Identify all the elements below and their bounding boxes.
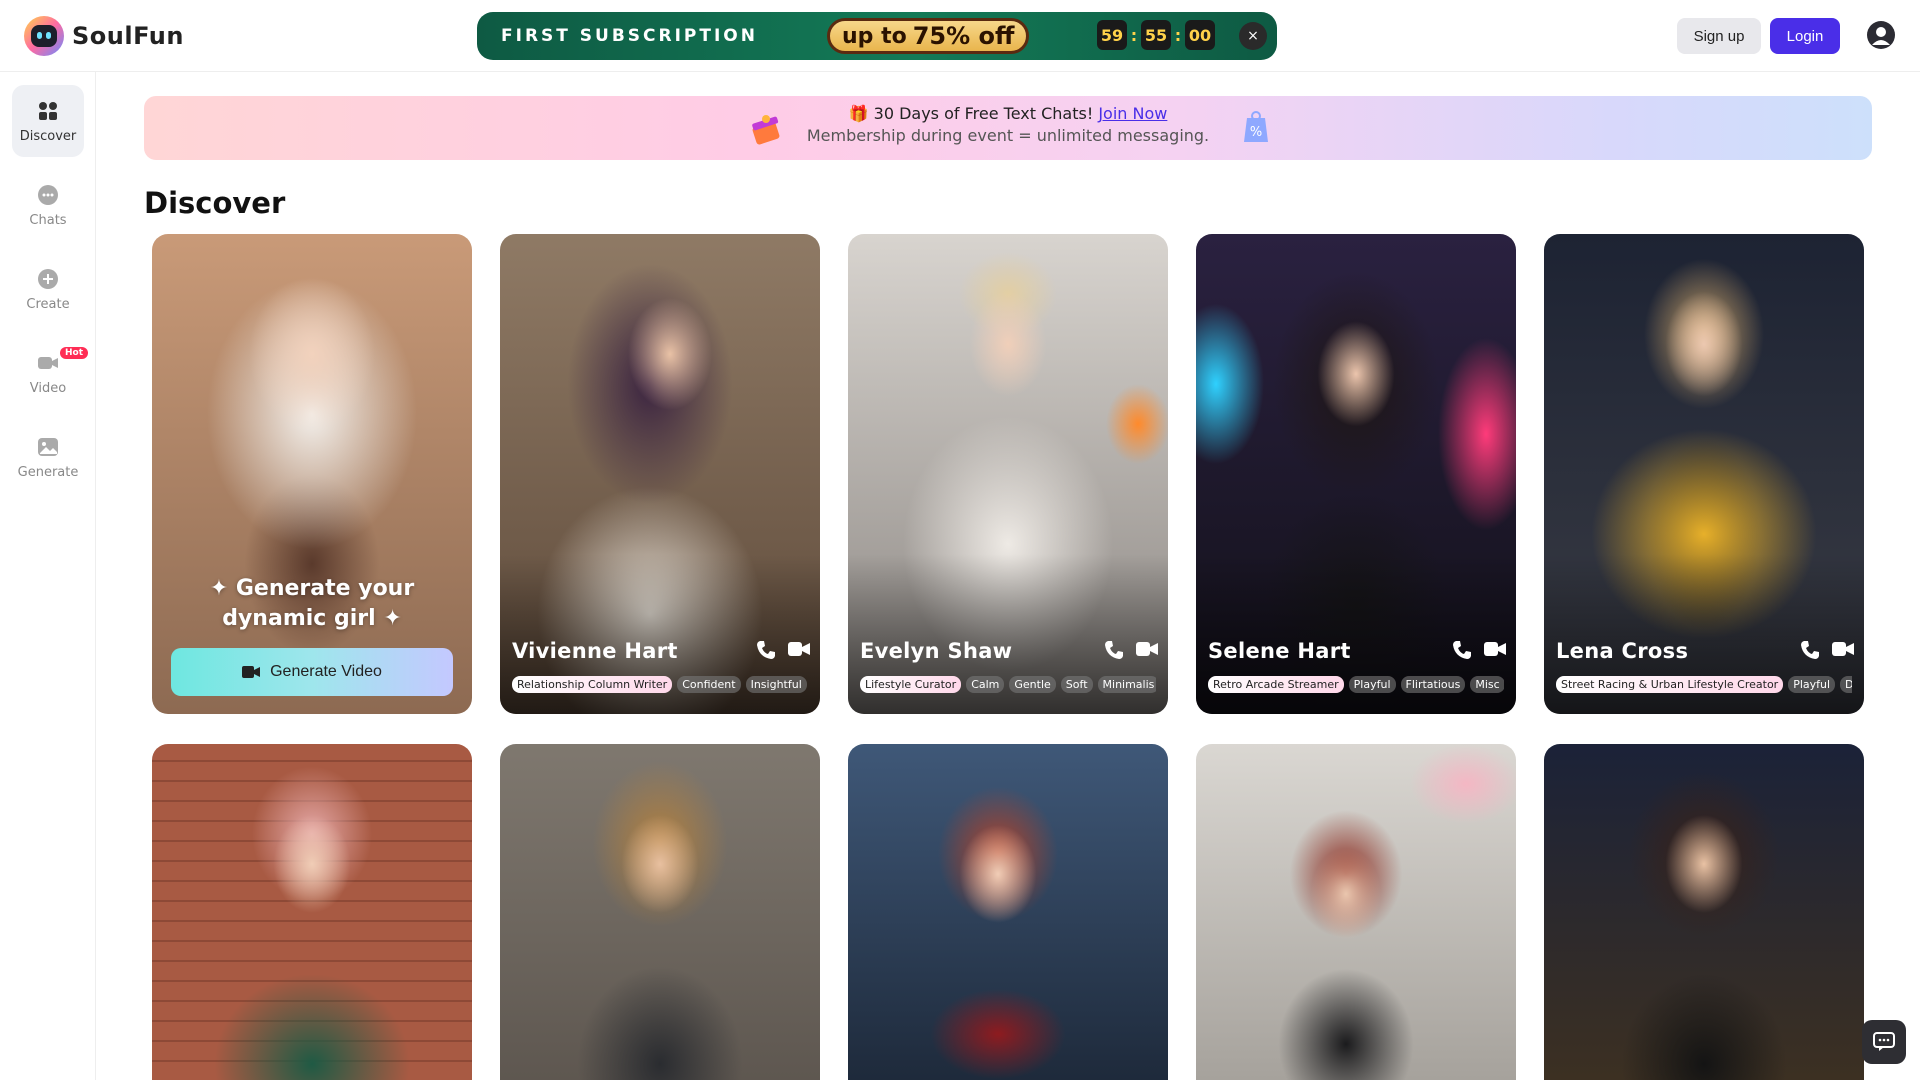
sidebar-item-label: Generate: [17, 464, 79, 480]
promo-title: FIRST SUBSCRIPTION: [501, 26, 758, 46]
character-tags: Lifestyle Curator Calm Gentle Soft Minim…: [860, 676, 1156, 693]
message-icon: [1873, 1032, 1895, 1051]
video-call-icon[interactable]: [788, 640, 810, 658]
character-tags: Relationship Column Writer Confident Ins…: [512, 676, 808, 693]
subscription-promo-banner[interactable]: FIRST SUBSCRIPTION up to 75% off 59 : 55…: [477, 12, 1277, 60]
generate-video-button[interactable]: Generate Video: [171, 648, 453, 696]
tag: Insightful: [745, 676, 807, 693]
sidebar: Discover Chats Create Hot Video Generate: [0, 72, 96, 1080]
countdown-hours: 59: [1097, 20, 1127, 50]
tag: Soft: [1060, 676, 1093, 693]
countdown-minutes: 55: [1141, 20, 1171, 50]
countdown-separator: :: [1174, 25, 1182, 45]
video-call-icon[interactable]: [1136, 640, 1158, 658]
discount-tag-icon: %: [1242, 110, 1270, 146]
tag: Relationship Column Writer: [512, 676, 673, 693]
logo-icon: [24, 16, 64, 56]
chat-bubble-icon: [36, 183, 60, 207]
tag: Playful: [1788, 676, 1836, 693]
app-logo[interactable]: SoulFun: [24, 16, 184, 56]
video-call-icon[interactable]: [1832, 640, 1854, 658]
card-image: [152, 744, 472, 1080]
character-card[interactable]: Lena Cross Street Racing & Urban Lifesty…: [1544, 234, 1864, 714]
generate-card-line2: dynamic girl ✦: [222, 606, 402, 631]
banner-subtext: Membership during event = unlimited mess…: [806, 126, 1210, 145]
tag: Playful: [1348, 676, 1396, 693]
svg-text:%: %: [1250, 125, 1262, 140]
signup-button[interactable]: Sign up: [1677, 18, 1761, 54]
tag: Street Racing & Urban Lifestyle Creator: [1556, 676, 1784, 693]
tag: D: [1840, 676, 1852, 693]
card-image: [152, 234, 472, 714]
character-card[interactable]: Evelyn Shaw Lifestyle Curator Calm Gentl…: [848, 234, 1168, 714]
sidebar-item-discover[interactable]: Discover: [12, 85, 84, 157]
character-card[interactable]: Vivienne Hart Relationship Column Writer…: [500, 234, 820, 714]
promo-countdown: 59 : 55 : 00: [1097, 20, 1215, 50]
card-image: [1544, 744, 1864, 1080]
tag: Retro Arcade Streamer: [1208, 676, 1344, 693]
countdown-separator: :: [1130, 25, 1138, 45]
tag: Calm: [966, 676, 1005, 693]
page-title: Discover: [144, 186, 286, 220]
sidebar-item-generate[interactable]: Generate: [12, 421, 84, 493]
user-avatar-icon[interactable]: [1866, 20, 1896, 50]
generate-card-headline: ✦ Generate your dynamic girl ✦: [152, 574, 472, 634]
image-icon: [36, 435, 60, 459]
sidebar-item-video[interactable]: Hot Video: [12, 337, 89, 409]
phone-icon[interactable]: [756, 640, 776, 660]
card-image: [1196, 744, 1516, 1080]
character-tags: Retro Arcade Streamer Playful Flirtatiou…: [1208, 676, 1504, 693]
app-name: SoulFun: [72, 22, 184, 50]
sidebar-item-label: Video: [29, 380, 67, 396]
close-icon[interactable]: ×: [1239, 22, 1267, 50]
grid-icon: [36, 99, 60, 123]
character-card[interactable]: [152, 744, 472, 1080]
video-camera-icon: [242, 666, 261, 678]
character-name: Lena Cross: [1556, 639, 1689, 663]
phone-icon[interactable]: [1104, 640, 1124, 660]
promo-offer-prefix: up to: [842, 23, 907, 49]
phone-icon[interactable]: [1800, 640, 1820, 660]
character-name: Vivienne Hart: [512, 639, 678, 663]
promo-offer-value: 75% off: [912, 22, 1015, 50]
character-card[interactable]: Selene Hart Retro Arcade Streamer Playfu…: [1196, 234, 1516, 714]
generate-card-line1: ✦ Generate your: [209, 576, 415, 601]
tag: Lifestyle Curator: [860, 676, 962, 693]
phone-icon[interactable]: [1452, 640, 1472, 660]
card-image: [848, 744, 1168, 1080]
sidebar-item-label: Create: [26, 296, 70, 312]
character-card[interactable]: [1544, 744, 1864, 1080]
sidebar-item-chats[interactable]: Chats: [12, 169, 84, 241]
join-now-link[interactable]: Join Now: [1098, 104, 1167, 123]
card-image: [500, 744, 820, 1080]
hot-badge: Hot: [60, 347, 89, 359]
generate-video-card[interactable]: ✦ Generate your dynamic girl ✦ Generate …: [152, 234, 472, 714]
video-call-icon[interactable]: [1484, 640, 1506, 658]
support-chat-button[interactable]: [1862, 1020, 1906, 1064]
plus-circle-icon: [36, 267, 60, 291]
banner-headline-text: 🎁 30 Days of Free Text Chats!: [848, 104, 1094, 123]
character-card[interactable]: [1196, 744, 1516, 1080]
tag: Confident: [677, 676, 741, 693]
promo-offer-badge: up to 75% off: [827, 18, 1030, 54]
character-name: Evelyn Shaw: [860, 639, 1013, 663]
character-tags: Street Racing & Urban Lifestyle Creator …: [1556, 676, 1852, 693]
login-button[interactable]: Login: [1770, 18, 1840, 54]
sidebar-item-label: Chats: [29, 212, 67, 228]
character-card[interactable]: [848, 744, 1168, 1080]
generate-video-label: Generate Video: [270, 663, 382, 680]
top-bar: SoulFun FIRST SUBSCRIPTION up to 75% off…: [0, 0, 1920, 72]
video-camera-icon: [36, 351, 60, 375]
sidebar-item-create[interactable]: Create: [12, 253, 84, 325]
countdown-seconds: 00: [1185, 20, 1215, 50]
character-card[interactable]: [500, 744, 820, 1080]
tag: Minimalis: [1097, 676, 1156, 693]
sidebar-item-label: Discover: [19, 128, 77, 144]
tag: Gentle: [1009, 676, 1056, 693]
tag: Flirtatious: [1400, 676, 1466, 693]
tag: Misc: [1470, 676, 1504, 693]
character-name: Selene Hart: [1208, 639, 1351, 663]
banner-headline: 🎁 30 Days of Free Text Chats! Join Now: [144, 104, 1872, 123]
free-chats-banner: 🎁 30 Days of Free Text Chats! Join Now M…: [144, 96, 1872, 160]
